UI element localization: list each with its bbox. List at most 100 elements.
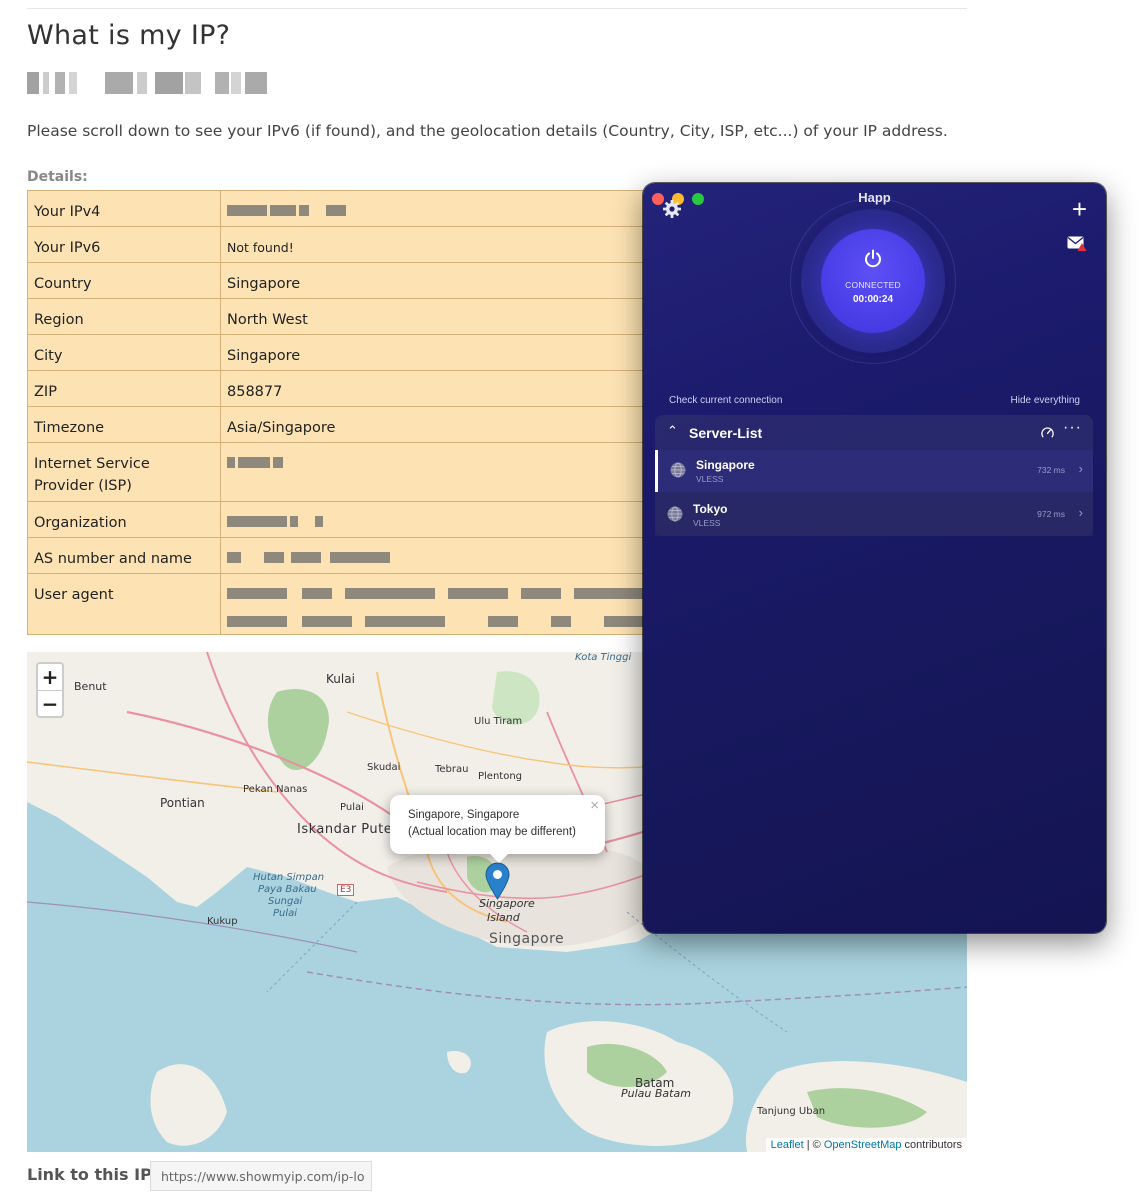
as-value-redacted	[220, 537, 667, 574]
gear-icon[interactable]	[662, 199, 682, 219]
row-key: Internet Service Provider (ISP)	[27, 442, 221, 502]
map-label: Hutan Simpan	[253, 872, 325, 883]
table-row: Internet Service Provider (ISP)	[27, 442, 667, 502]
server-list-header[interactable]: ⌃ Server-List ···	[655, 415, 1093, 449]
table-row: Your IPv4	[27, 190, 667, 227]
row-value: 858877	[220, 370, 667, 407]
row-value: Asia/Singapore	[220, 406, 667, 443]
zoom-out-button[interactable]: −	[38, 690, 62, 716]
row-key: City	[27, 334, 221, 371]
chevron-right-icon: ›	[1078, 461, 1083, 476]
ip-details-table: Your IPv4 Your IPv6 Not found! Country S…	[27, 190, 667, 635]
attribution-tail: contributors	[901, 1139, 962, 1151]
map-label: Kota Tinggi	[575, 652, 632, 663]
row-key: ZIP	[27, 370, 221, 407]
table-row: User agent	[27, 573, 667, 635]
hide-everything-link[interactable]: Hide everything	[1011, 395, 1080, 406]
organization-value-redacted	[220, 501, 667, 538]
table-row: Organization	[27, 501, 667, 538]
table-row: Region North West	[27, 298, 667, 335]
row-key: Organization	[27, 501, 221, 538]
speedtest-icon[interactable]	[1040, 425, 1055, 440]
map-label: Pulai	[273, 908, 298, 919]
details-label: Details:	[27, 169, 88, 185]
location-popup: × Singapore, Singapore (Actual location …	[390, 795, 605, 863]
server-name: Singapore	[696, 458, 755, 472]
map-label: Island	[487, 911, 520, 924]
map-label: Plentong	[478, 771, 523, 782]
chevron-right-icon: ›	[1078, 505, 1083, 520]
server-name: Tokyo	[693, 502, 728, 516]
isp-value-redacted	[220, 442, 667, 502]
more-options-button[interactable]: ···	[1063, 419, 1082, 437]
map-attribution: Leaflet | © OpenStreetMap contributors	[765, 1138, 967, 1152]
map-label: Pulai	[340, 802, 364, 813]
connection-timer: 00:00:24	[852, 294, 894, 305]
location-marker-icon[interactable]	[485, 862, 510, 900]
map-label: Skudai	[367, 762, 401, 773]
map-label: Ulu Tiram	[474, 716, 523, 727]
server-ping: 972 ms	[1037, 509, 1065, 519]
table-row: City Singapore	[27, 334, 667, 371]
row-key: Your IPv4	[27, 190, 221, 227]
globe-icon	[670, 462, 686, 478]
highway-shield: E3	[337, 884, 355, 896]
server-protocol: VLESS	[696, 474, 724, 484]
link-label: Link to this IP:	[27, 1165, 159, 1184]
map-label: Singapore	[489, 931, 565, 947]
table-row: Your IPv6 Not found!	[27, 226, 667, 263]
server-protocol: VLESS	[693, 518, 721, 528]
row-key: User agent	[27, 573, 221, 635]
map-label: Kulai	[326, 672, 355, 686]
server-list-title: Server-List	[689, 425, 763, 441]
row-key: Your IPv6	[27, 226, 221, 263]
attribution-separator: | ©	[803, 1139, 824, 1151]
ipv4-value-redacted	[220, 190, 667, 227]
map-label: Iskandar Pute	[297, 822, 393, 837]
osm-link[interactable]: OpenStreetMap	[824, 1139, 902, 1151]
row-value: Not found!	[220, 226, 667, 263]
map-label: Tanjung Uban	[757, 1106, 826, 1117]
popup-line-2: (Actual location may be different)	[408, 826, 576, 838]
happ-window: Happ + CONNECTED 00:00:24 Check current …	[643, 183, 1106, 933]
chevron-up-icon[interactable]: ⌃	[667, 423, 678, 439]
intro-text: Please scroll down to see your IPv6 (if …	[27, 122, 948, 140]
mail-alert-icon[interactable]	[1067, 236, 1087, 252]
row-key: Timezone	[27, 406, 221, 443]
top-divider	[27, 8, 967, 9]
row-key: Country	[27, 262, 221, 299]
server-row-singapore[interactable]: Singapore VLESS 732 ms ›	[655, 450, 1093, 492]
zoom-control: + −	[36, 662, 64, 718]
map-label: Pekan Nanas	[243, 784, 308, 795]
map-label: Sungai	[268, 896, 303, 907]
row-key: Region	[27, 298, 221, 335]
popup-close-button[interactable]: ×	[590, 797, 599, 814]
map-label: Tebrau	[435, 764, 469, 775]
power-icon	[865, 249, 881, 268]
row-value: Singapore	[220, 334, 667, 371]
table-row: ZIP 858877	[27, 370, 667, 407]
ip-link-field[interactable]: https://www.showmyip.com/ip-lo	[150, 1161, 372, 1191]
ip-address-redacted	[27, 72, 267, 94]
map-label: Pulau Batam	[621, 1087, 691, 1100]
map-label: Benut	[74, 680, 107, 693]
table-row: Country Singapore	[27, 262, 667, 299]
server-list-panel: ⌃ Server-List ··· Singapore VLESS 732 ms…	[655, 415, 1093, 536]
zoom-in-button[interactable]: +	[38, 664, 62, 690]
map-label: Pontian	[160, 796, 205, 810]
leaflet-link[interactable]: Leaflet	[771, 1139, 804, 1151]
map-label: Kukup	[207, 916, 238, 927]
row-key: AS number and name	[27, 537, 221, 574]
server-ping: 732 ms	[1037, 465, 1065, 475]
popup-line-1: Singapore, Singapore	[408, 809, 520, 821]
page-title: What is my IP?	[27, 20, 231, 51]
user-agent-value-redacted	[220, 573, 667, 635]
server-row-tokyo[interactable]: Tokyo VLESS 972 ms ›	[655, 494, 1093, 536]
connection-status: CONNECTED	[845, 280, 901, 290]
check-connection-link[interactable]: Check current connection	[669, 395, 782, 406]
row-value: North West	[220, 298, 667, 335]
globe-icon	[667, 506, 683, 522]
add-config-button[interactable]: +	[1072, 196, 1087, 222]
row-value: Singapore	[220, 262, 667, 299]
table-row: AS number and name	[27, 537, 667, 574]
